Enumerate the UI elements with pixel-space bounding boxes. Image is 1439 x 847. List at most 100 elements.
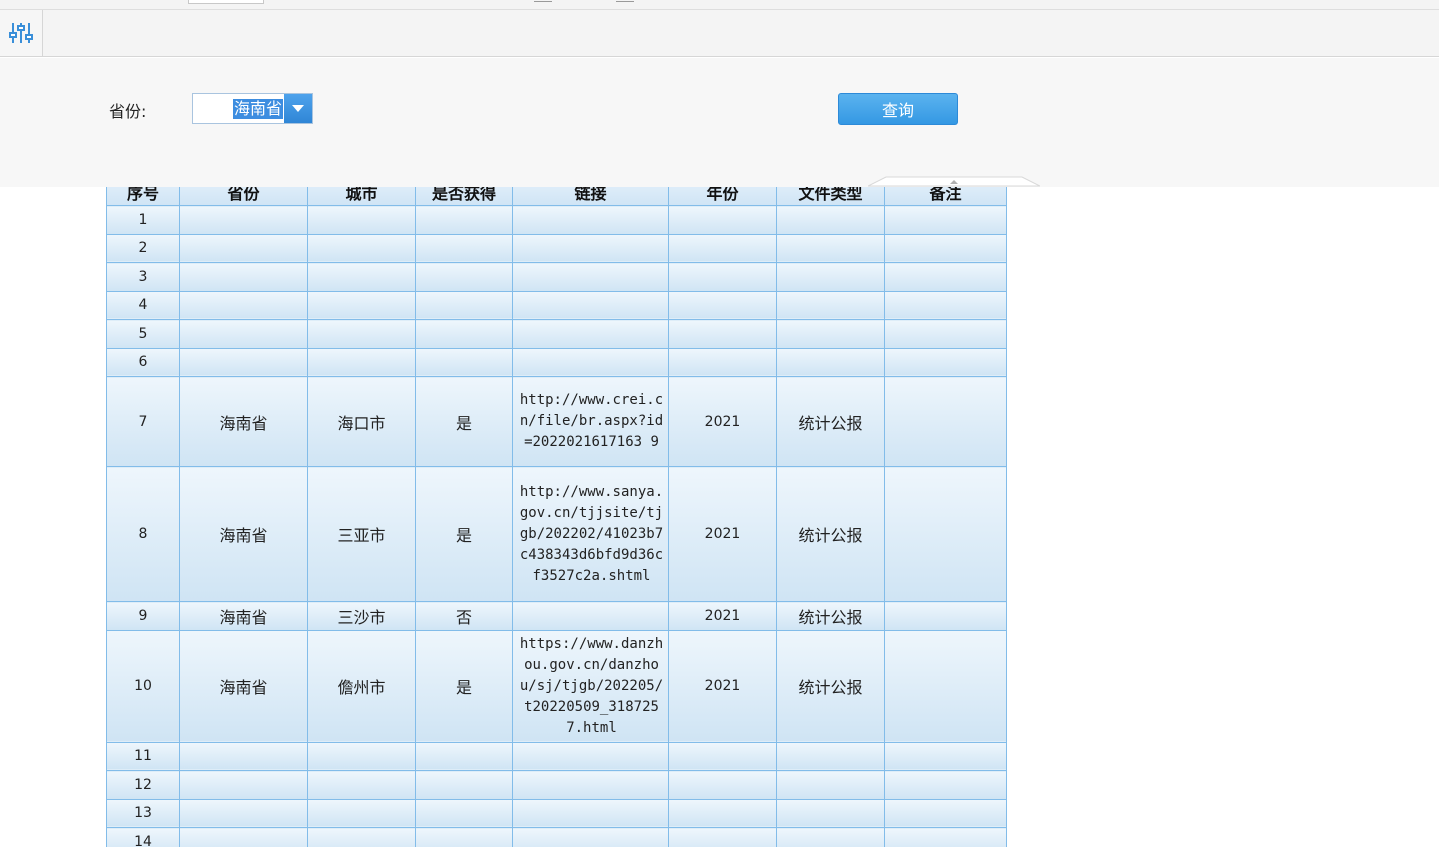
top-tick-mark xyxy=(534,0,552,2)
top-tick-mark xyxy=(616,0,634,2)
sliders-icon xyxy=(9,23,33,43)
cell-note xyxy=(884,629,1007,743)
report-viewer: 省份: 海南省 查询 序号 省份 城市 是否获得 链接 年份 文件类型 备注 1… xyxy=(0,0,1439,847)
cell-note xyxy=(884,798,1007,828)
cell-note xyxy=(884,770,1007,800)
cell-city xyxy=(307,798,416,828)
cell-province xyxy=(179,347,308,377)
cell-city: 三亚市 xyxy=(307,466,416,602)
cell-year: 2021 xyxy=(668,376,777,467)
cell-city xyxy=(307,827,416,847)
cell-obtained xyxy=(415,205,513,235)
cell-file-type xyxy=(776,262,885,292)
cell-file-type xyxy=(776,798,885,828)
cell-year: 2021 xyxy=(668,629,777,743)
cell-link xyxy=(512,233,669,263)
cell-seq: 14 xyxy=(106,827,180,847)
cell-note xyxy=(884,827,1007,847)
query-button[interactable]: 查询 xyxy=(838,93,958,125)
cell-link[interactable]: https://www.danzhou.gov.cn/danzhou/sj/tj… xyxy=(512,629,669,743)
cell-link xyxy=(512,319,669,349)
parameter-toggle-button[interactable] xyxy=(0,10,43,56)
cell-file-type xyxy=(776,233,885,263)
cell-file-type: 统计公报 xyxy=(776,466,885,602)
cell-province: 海南省 xyxy=(179,376,308,467)
province-label: 省份: xyxy=(109,102,147,121)
cell-seq: 9 xyxy=(106,601,180,631)
cell-obtained xyxy=(415,798,513,828)
cell-seq: 13 xyxy=(106,798,180,828)
cell-obtained xyxy=(415,741,513,771)
cell-year xyxy=(668,347,777,377)
dropdown-button[interactable] xyxy=(284,94,312,123)
cell-city xyxy=(307,741,416,771)
cell-note xyxy=(884,376,1007,467)
table-row: 10 海南省 儋州市 是 https://www.danzhou.gov.cn/… xyxy=(106,629,1007,743)
cell-year: 2021 xyxy=(668,601,777,631)
cell-province xyxy=(179,262,308,292)
cell-province xyxy=(179,798,308,828)
cell-year xyxy=(668,798,777,828)
cell-link xyxy=(512,290,669,320)
cell-year xyxy=(668,770,777,800)
cell-city xyxy=(307,319,416,349)
cell-year xyxy=(668,290,777,320)
cell-note xyxy=(884,262,1007,292)
cell-province: 海南省 xyxy=(179,629,308,743)
cell-seq: 2 xyxy=(106,233,180,263)
cell-city: 海口市 xyxy=(307,376,416,467)
cell-file-type xyxy=(776,770,885,800)
cell-file-type xyxy=(776,290,885,320)
cell-city: 儋州市 xyxy=(307,629,416,743)
cell-link xyxy=(512,601,669,631)
province-select-value-box[interactable]: 海南省 xyxy=(195,99,283,119)
cell-province xyxy=(179,205,308,235)
top-input-field[interactable] xyxy=(188,0,264,4)
cell-link xyxy=(512,770,669,800)
cell-city: 三沙市 xyxy=(307,601,416,631)
cell-obtained xyxy=(415,347,513,377)
cell-file-type: 统计公报 xyxy=(776,376,885,467)
cell-city xyxy=(307,233,416,263)
table-row: 8 海南省 三亚市 是 http://www.sanya.gov.cn/tjjs… xyxy=(106,466,1007,602)
toolbar xyxy=(0,10,1439,57)
cell-year xyxy=(668,262,777,292)
cell-link xyxy=(512,347,669,377)
table-row: 12 xyxy=(106,770,1007,800)
cell-note xyxy=(884,290,1007,320)
table-row: 6 xyxy=(106,347,1007,377)
cell-seq: 4 xyxy=(106,290,180,320)
cell-obtained xyxy=(415,233,513,263)
cell-link xyxy=(512,205,669,235)
cell-city xyxy=(307,290,416,320)
cell-year xyxy=(668,741,777,771)
table-row: 1 xyxy=(106,205,1007,235)
table-row: 9 海南省 三沙市 否 2021 统计公报 xyxy=(106,601,1007,631)
cell-link xyxy=(512,798,669,828)
cell-city xyxy=(307,205,416,235)
cell-file-type: 统计公报 xyxy=(776,601,885,631)
cell-city xyxy=(307,347,416,377)
cell-file-type xyxy=(776,205,885,235)
province-select[interactable]: 海南省 xyxy=(192,93,313,124)
cell-seq: 7 xyxy=(106,376,180,467)
cell-seq: 1 xyxy=(106,205,180,235)
table-row: 13 xyxy=(106,798,1007,828)
table-row: 11 xyxy=(106,741,1007,771)
cell-note xyxy=(884,233,1007,263)
cell-obtained xyxy=(415,770,513,800)
cell-obtained xyxy=(415,262,513,292)
cell-note xyxy=(884,601,1007,631)
cell-note xyxy=(884,466,1007,602)
panel-collapse-handle[interactable] xyxy=(868,176,1040,187)
cell-seq: 3 xyxy=(106,262,180,292)
cell-province xyxy=(179,770,308,800)
cell-seq: 6 xyxy=(106,347,180,377)
cell-link[interactable]: http://www.crei.cn/file/br.aspx?id=20220… xyxy=(512,376,669,467)
cell-province xyxy=(179,741,308,771)
table-row: 7 海南省 海口市 是 http://www.crei.cn/file/br.a… xyxy=(106,376,1007,467)
cell-obtained xyxy=(415,827,513,847)
cell-obtained: 是 xyxy=(415,376,513,467)
cell-year xyxy=(668,827,777,847)
cell-link[interactable]: http://www.sanya.gov.cn/tjjsite/tjgb/202… xyxy=(512,466,669,602)
